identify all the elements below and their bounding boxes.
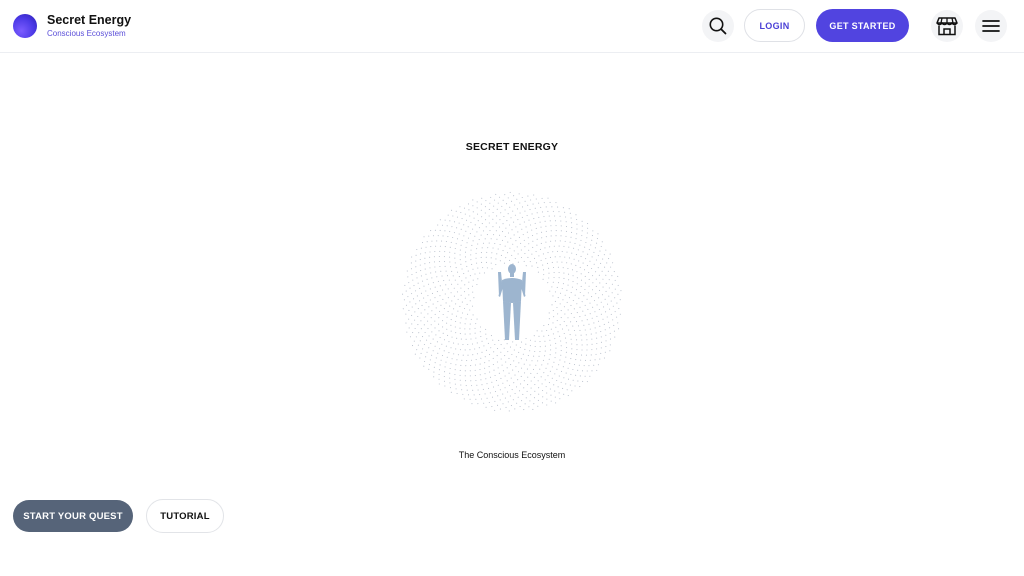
search-button[interactable] [702, 10, 734, 42]
top-header: Secret Energy Conscious Ecosystem LOGIN … [0, 0, 1024, 53]
hero-subtitle: The Conscious Ecosystem [458, 450, 566, 460]
brand-name: Secret Energy [47, 13, 132, 27]
brand-logo-icon [13, 14, 37, 38]
brand[interactable]: Secret Energy Conscious Ecosystem [13, 13, 131, 39]
store-button[interactable] [931, 10, 963, 42]
brand-tagline: Conscious Ecosystem [47, 29, 126, 38]
hero-title: SECRET ENERGY [465, 141, 559, 153]
start-quest-button[interactable]: START YOUR QUEST [13, 500, 133, 532]
brand-text: Secret Energy Conscious Ecosystem [47, 13, 131, 39]
hamburger-menu-icon [982, 20, 1000, 32]
tutorial-button[interactable]: TUTORIAL [146, 499, 224, 533]
energy-visualization [402, 191, 622, 412]
human-figure-icon [498, 264, 526, 340]
get-started-button[interactable]: GET STARTED [816, 9, 909, 42]
store-icon [936, 17, 958, 36]
menu-button[interactable] [975, 10, 1007, 42]
login-button[interactable]: LOGIN [744, 9, 805, 42]
search-icon [709, 17, 727, 35]
